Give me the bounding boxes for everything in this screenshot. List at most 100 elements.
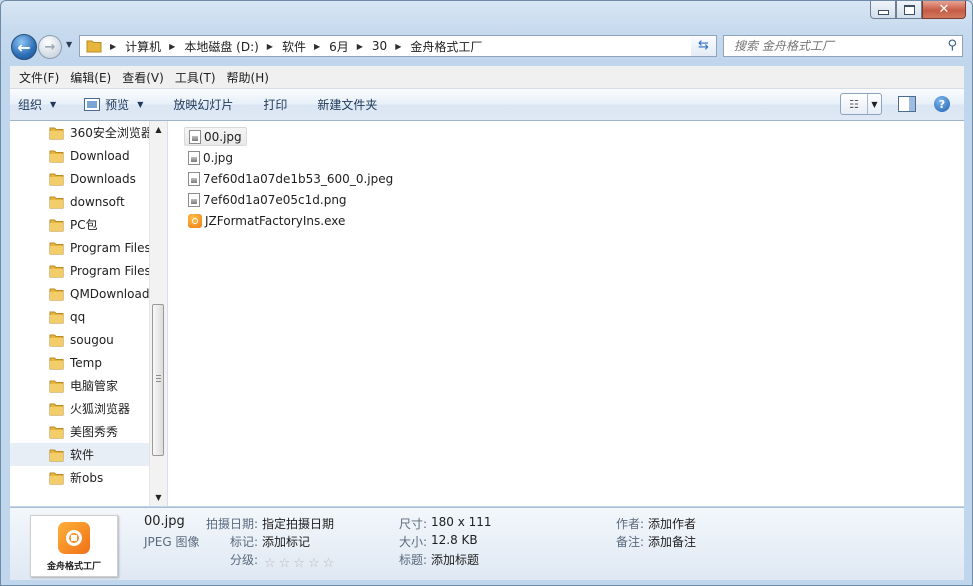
sidebar-item[interactable]: 美图秀秀 [10,420,151,443]
chevron-right-icon[interactable]: ▶ [314,42,320,51]
sidebar-item[interactable]: sougou [10,328,151,351]
sidebar-item[interactable]: qq [10,305,151,328]
sidebar-item-label: 火狐浏览器 [70,402,131,416]
preview-icon [84,98,101,111]
sidebar-item[interactable]: 360安全浏览器 [10,121,151,144]
maximize-button[interactable] [896,1,922,19]
rating-stars[interactable]: ☆☆☆☆☆ [264,556,337,571]
folder-icon [49,334,64,346]
sidebar-item[interactable]: QMDownload [10,282,151,305]
sidebar-item[interactable]: Download [10,144,151,167]
menu-help[interactable]: 帮助(H) [227,69,269,86]
author-value[interactable]: 添加作者 [648,515,696,532]
organize-label: 组织 [18,98,43,112]
breadcrumb-item[interactable]: 30 [372,39,387,53]
rating-label: 分级: [230,553,259,567]
menu-tools[interactable]: 工具(T) [175,69,216,86]
new-folder-button[interactable]: 新建文件夹 [297,96,387,113]
breadcrumb-item[interactable]: 计算机 [125,38,161,55]
organize-button[interactable]: 组织 ▼ [10,96,66,113]
thumbnail-caption: 金舟格式工厂 [46,562,101,572]
forward-button[interactable]: → [38,35,62,59]
sidebar-item[interactable]: 火狐浏览器 [10,397,151,420]
back-button[interactable]: ← [11,34,37,60]
app-logo-icon [58,522,90,554]
file-item[interactable]: 00.jpg [184,127,247,146]
preview-button[interactable]: 预览 ▼ [66,96,153,113]
file-item[interactable]: JZFormatFactoryIns.exe [184,211,349,230]
breadcrumb-item[interactable]: 软件 [282,38,306,55]
breadcrumb: ▶ 计算机 ▶ 本地磁盘 (D:) ▶ 软件 ▶ 6月 ▶ 30 ▶ 金舟格式工… [102,38,482,55]
tags-label: 标记: [230,535,259,549]
search-input[interactable] [732,38,936,54]
size-label: 大小: [399,535,428,549]
scroll-down-icon[interactable]: ▼ [150,489,167,506]
sidebar-item[interactable]: Downloads [10,167,151,190]
chevron-right-icon[interactable]: ▶ [267,42,273,51]
menu-file[interactable]: 文件(F) [19,69,59,86]
slideshow-button[interactable]: 放映幻灯片 [153,96,243,113]
menu-view[interactable]: 查看(V) [122,69,164,86]
sidebar-item[interactable]: 电脑管家 [10,374,151,397]
title-value[interactable]: 添加标题 [431,551,479,568]
preview-pane-icon[interactable] [898,96,916,112]
minimize-button[interactable] [870,1,896,19]
sidebar-item[interactable]: Temp [10,351,151,374]
nav-scrollbar[interactable]: ▲ ▼ [149,121,167,506]
date-taken-label: 拍摄日期: [206,517,259,531]
file-item[interactable]: 0.jpg [184,148,237,167]
chevron-right-icon[interactable]: ▶ [395,42,401,51]
chevron-right-icon[interactable]: ▶ [357,42,363,51]
sidebar-item-label: 电脑管家 [70,379,119,393]
folder-icon [49,173,64,185]
sidebar-item-label: Download [70,148,130,163]
history-dropdown-icon[interactable]: ▼ [66,40,72,49]
chevron-right-icon[interactable]: ▶ [169,42,175,51]
details-view-icon: ☷ [841,94,868,114]
sidebar-item[interactable]: 软件 [10,443,151,466]
folder-icon [49,288,64,300]
sidebar-item-label: 360安全浏览器 [70,126,151,140]
scrollbar-thumb[interactable] [152,304,164,456]
close-button[interactable]: ✕ [922,1,966,19]
change-view-button[interactable]: ☷ ▼ [840,93,882,115]
new-folder-label: 新建文件夹 [317,98,378,112]
sidebar-item[interactable]: downsoft [10,190,151,213]
search-icon[interactable]: ⚲ [947,38,957,53]
scroll-up-icon[interactable]: ▲ [150,121,167,138]
details-pane: 金舟格式工厂 00.jpg JPEG 图像 拍摄日期: 指定拍摄日期 标记: 添… [10,507,964,580]
folder-icon [49,449,64,461]
sidebar-item[interactable]: 新obs [10,466,151,489]
file-name: JZFormatFactoryIns.exe [205,213,346,228]
sidebar-item[interactable]: PC包 [10,213,151,236]
folder-icon [49,380,64,392]
address-bar[interactable]: ▶ 计算机 ▶ 本地磁盘 (D:) ▶ 软件 ▶ 6月 ▶ 30 ▶ 金舟格式工… [79,35,705,57]
file-item[interactable]: 7ef60d1a07e05c1d.png [184,190,351,209]
breadcrumb-item[interactable]: 金舟格式工厂 [410,38,482,55]
folder-icon [49,127,64,139]
menu-bar: 文件(F) 编辑(E) 查看(V) 工具(T) 帮助(H) [10,66,964,89]
preview-label: 预览 [105,98,130,112]
sidebar-item[interactable]: Program Files [10,236,151,259]
chevron-right-icon[interactable]: ▶ [110,42,116,51]
date-taken-value[interactable]: 指定拍摄日期 [262,515,334,532]
refresh-button[interactable]: ⇆ [691,35,717,57]
tags-value[interactable]: 添加标记 [262,533,310,550]
help-icon[interactable]: ? [934,96,950,112]
app-exe-icon [188,213,202,228]
print-button[interactable]: 打印 [243,96,297,113]
navigation-pane: 360安全浏览器 Download Downloads downsoft PC包 Prog… [10,121,168,506]
file-item[interactable]: 7ef60d1a07de1b53_600_0.jpeg [184,169,397,188]
folder-icon [49,403,64,415]
sidebar-item[interactable]: Program Files [10,259,151,282]
menu-edit[interactable]: 编辑(E) [70,69,111,86]
breadcrumb-item[interactable]: 本地磁盘 (D:) [184,38,258,55]
breadcrumb-item[interactable]: 6月 [329,38,349,55]
folder-icon [49,242,64,254]
search-box: ⚲ [723,35,963,57]
image-file-icon [189,129,201,144]
dimensions-label: 尺寸: [399,517,428,531]
arrow-right-icon: → [44,39,56,55]
refresh-icon: ⇆ [698,38,709,53]
comments-value[interactable]: 添加备注 [648,533,696,550]
